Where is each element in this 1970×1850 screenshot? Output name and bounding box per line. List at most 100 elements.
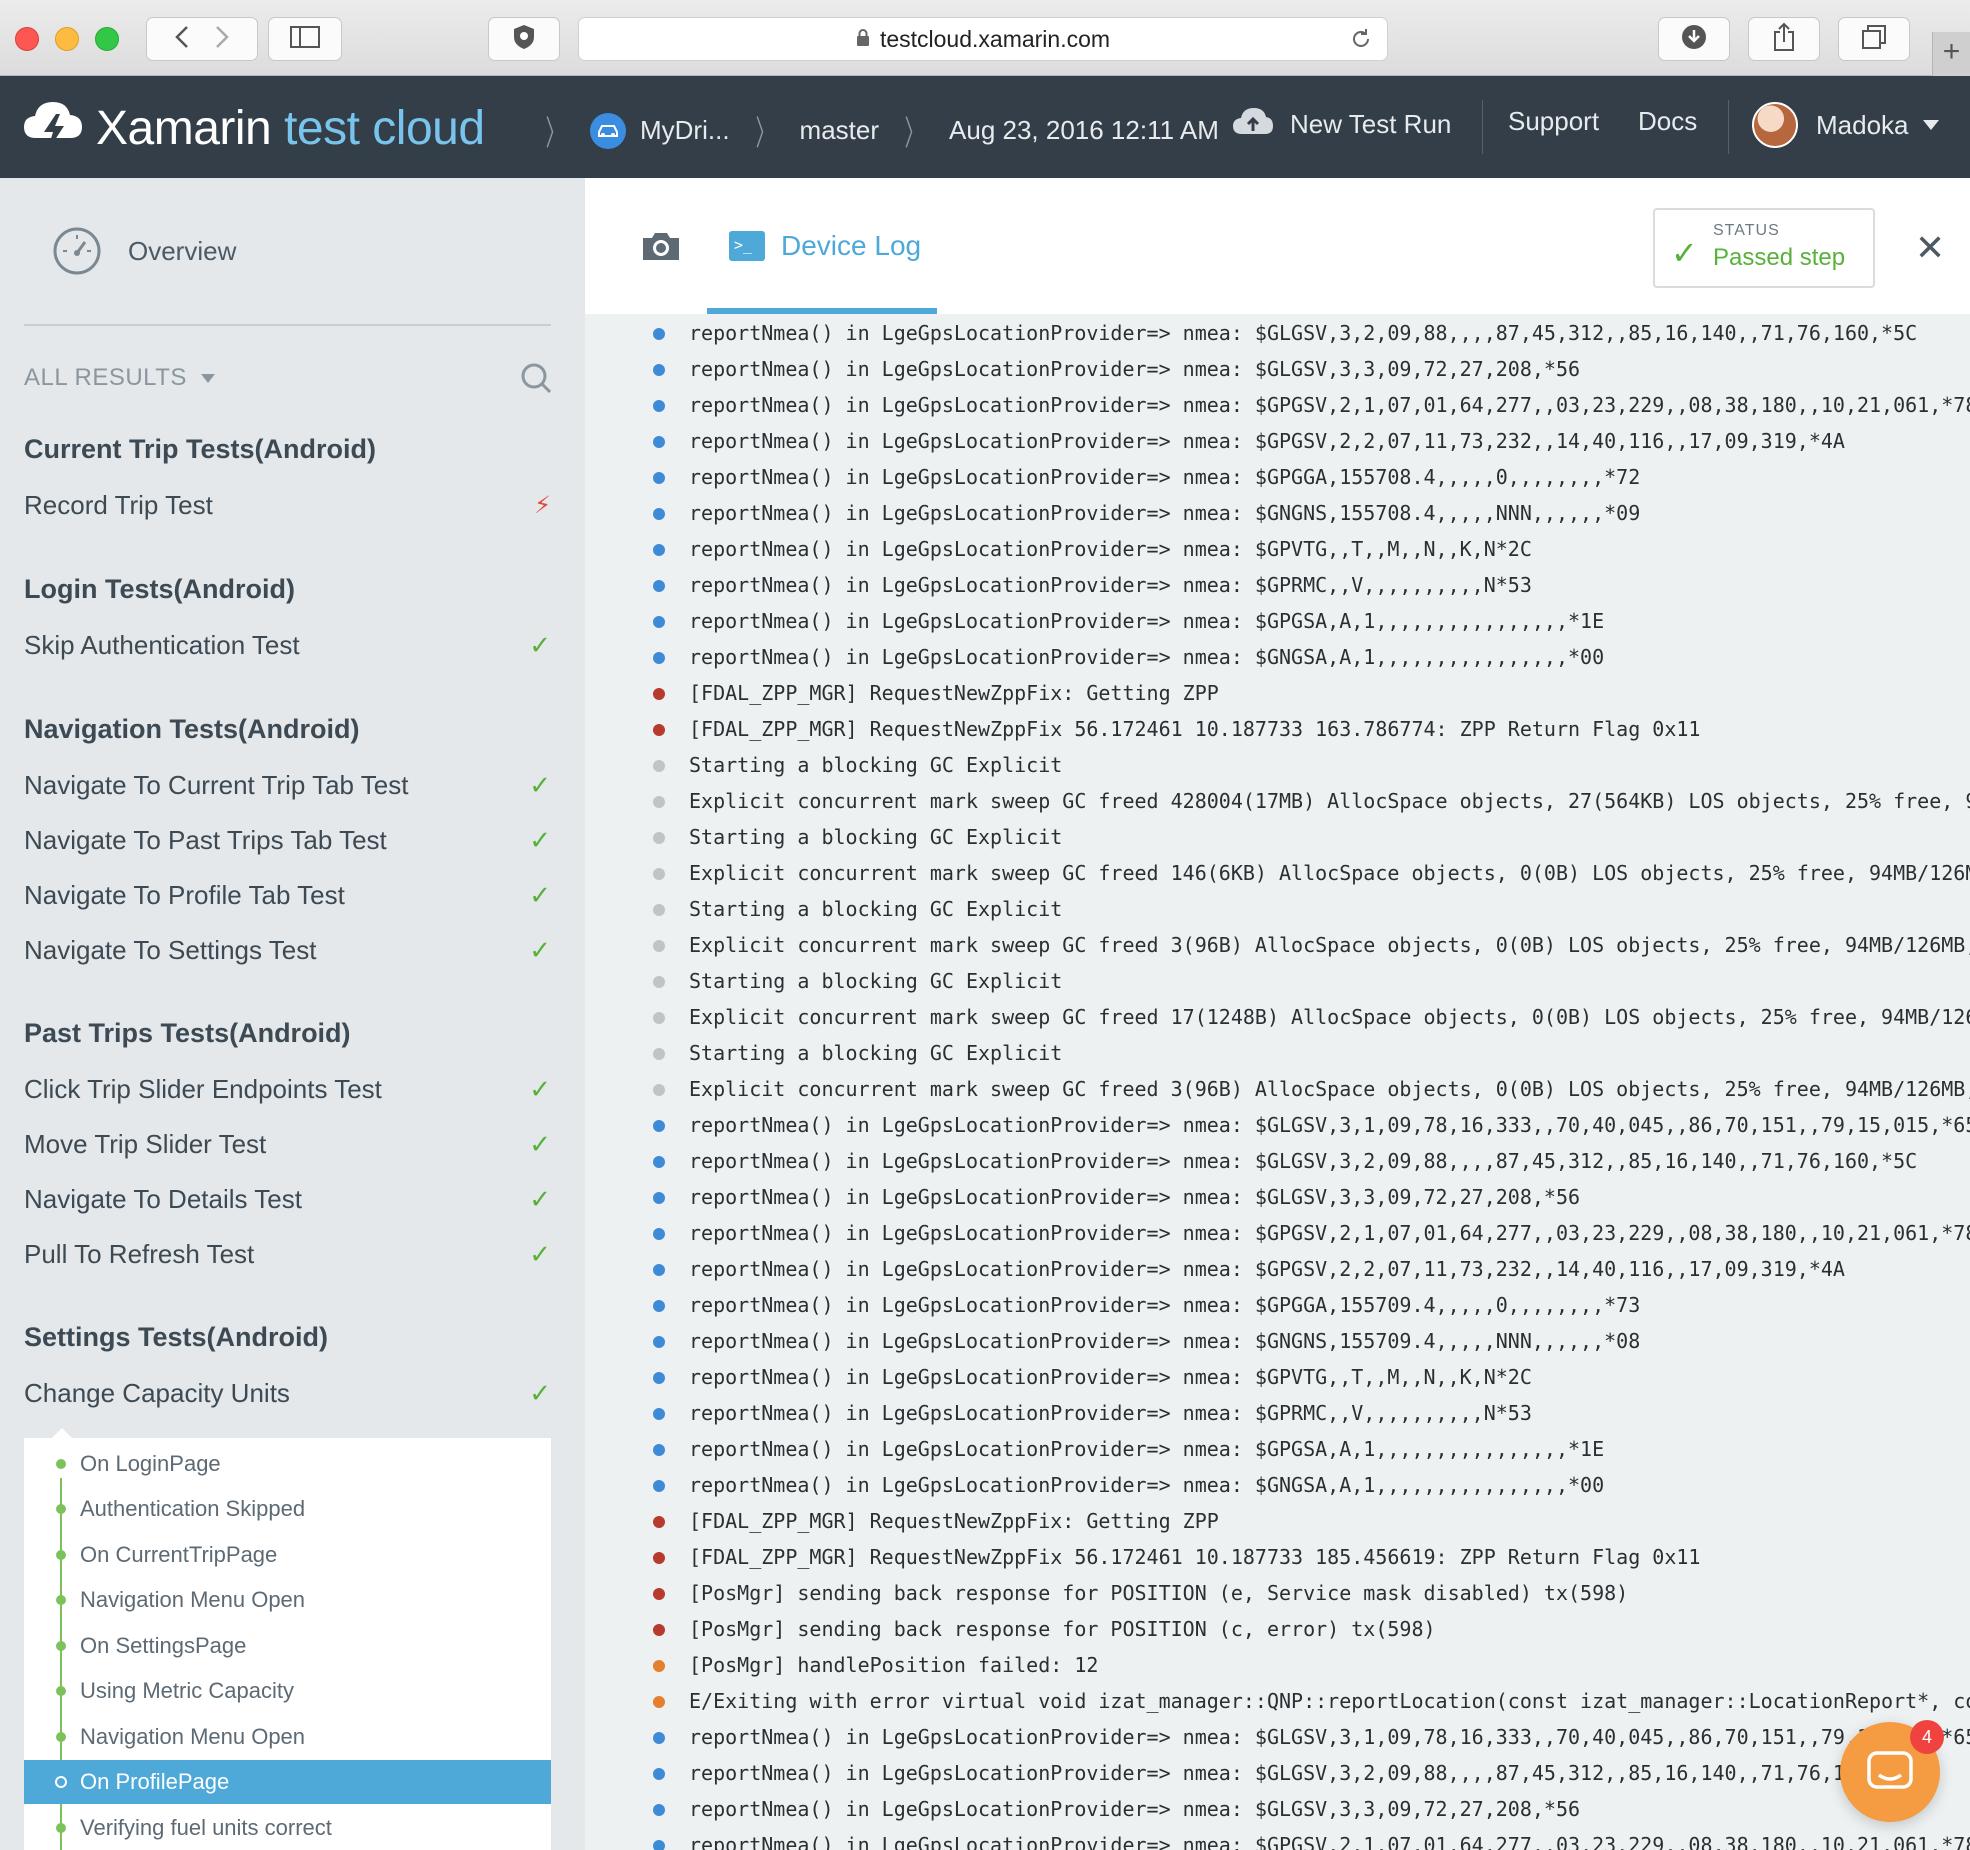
test-item[interactable]: Change Capacity Units ✓	[24, 1378, 551, 1409]
new-tab-button[interactable]: +	[1932, 32, 1970, 76]
step-item[interactable]: Verifying fuel units correct	[24, 1806, 551, 1850]
log-text: reportNmea() in LgeGpsLocationProvider=>…	[689, 357, 1581, 381]
step-label: Verifying fuel units correct	[80, 1815, 332, 1840]
check-icon: ✓	[529, 825, 551, 855]
forward-icon[interactable]	[215, 25, 229, 54]
new-test-run-label: New Test Run	[1290, 109, 1452, 139]
privacy-button[interactable]	[488, 17, 560, 61]
tab-screenshot[interactable]	[640, 230, 682, 267]
log-level-dot-icon	[653, 1444, 665, 1456]
log-text: reportNmea() in LgeGpsLocationProvider=>…	[689, 1725, 1970, 1749]
step-item[interactable]: Authentication Skipped	[24, 1487, 551, 1531]
divider	[1482, 100, 1483, 154]
log-text: reportNmea() in LgeGpsLocationProvider=>…	[689, 1113, 1970, 1137]
group-title: Current Trip Tests(Android)	[24, 434, 377, 464]
tab-device-log[interactable]: >_ Device Log	[729, 230, 921, 262]
log-text: reportNmea() in LgeGpsLocationProvider=>…	[689, 1797, 1581, 1821]
log-level-dot-icon	[653, 400, 665, 412]
log-text: Explicit concurrent mark sweep GC freed …	[689, 933, 1970, 957]
log-level-dot-icon	[653, 1300, 665, 1312]
test-item[interactable]: Navigate To Profile Tab Test ✓	[24, 880, 551, 911]
close-window-button[interactable]	[15, 27, 39, 51]
test-item[interactable]: Pull To Refresh Test ✓	[24, 1239, 551, 1270]
log-level-dot-icon	[653, 1480, 665, 1492]
user-menu[interactable]: Madoka	[1752, 102, 1939, 148]
test-item[interactable]: Navigate To Settings Test ✓	[24, 935, 551, 966]
log-text: reportNmea() in LgeGpsLocationProvider=>…	[689, 1473, 1605, 1497]
test-item[interactable]: Navigate To Details Test ✓	[24, 1184, 551, 1215]
step-item[interactable]: On LoginPage	[24, 1442, 551, 1486]
close-button[interactable]: ✕	[1915, 230, 1945, 266]
share-button[interactable]	[1748, 17, 1820, 61]
overview-link[interactable]: Overview	[52, 226, 236, 276]
sidebar-toggle-button[interactable]	[268, 17, 342, 61]
failed-bolt-icon: ⚡	[534, 492, 551, 519]
new-test-run-link[interactable]: New Test Run	[1232, 106, 1451, 143]
overview-label: Overview	[128, 235, 237, 266]
log-row: Starting a blocking GC Explicit	[585, 891, 1970, 927]
log-row: Explicit concurrent mark sweep GC freed …	[585, 999, 1970, 1035]
step-item[interactable]: On SettingsPage	[24, 1624, 551, 1668]
docs-link[interactable]: Docs	[1638, 106, 1697, 137]
breadcrumb-app[interactable]: MyDri...	[640, 115, 730, 146]
results-filter-dropdown[interactable]: ALL RESULTS	[24, 364, 215, 392]
log-level-dot-icon	[653, 652, 665, 664]
tabs-overview-button[interactable]	[1838, 17, 1910, 61]
step-dot-icon	[56, 1641, 66, 1651]
test-item[interactable]: Click Trip Slider Endpoints Test ✓	[24, 1074, 551, 1105]
step-item[interactable]: Navigation Menu Open	[24, 1715, 551, 1759]
cloud-bolt-icon	[22, 96, 84, 161]
log-level-dot-icon	[653, 1588, 665, 1600]
log-level-dot-icon	[653, 1660, 665, 1672]
log-text: reportNmea() in LgeGpsLocationProvider=>…	[689, 573, 1532, 597]
test-item[interactable]: Navigate To Past Trips Tab Test ✓	[24, 825, 551, 856]
reload-icon[interactable]	[1349, 27, 1373, 57]
status-value: Passed step	[1713, 244, 1846, 271]
check-icon: ✓	[529, 630, 551, 660]
address-bar[interactable]: testcloud.xamarin.com	[578, 17, 1388, 61]
log-text: reportNmea() in LgeGpsLocationProvider=>…	[689, 1761, 1918, 1785]
cloud-upload-icon	[1232, 106, 1274, 143]
test-item[interactable]: Record Trip Test ⚡	[24, 490, 551, 521]
step-item[interactable]: Using Metric Capacity	[24, 1669, 551, 1713]
log-row: reportNmea() in LgeGpsLocationProvider=>…	[585, 1791, 1970, 1827]
log-row: [FDAL_ZPP_MGR] RequestNewZppFix 56.17246…	[585, 1539, 1970, 1575]
log-level-dot-icon	[653, 796, 665, 808]
breadcrumb-branch[interactable]: master	[800, 115, 879, 146]
browser-toolbar: testcloud.xamarin.com +	[0, 0, 1970, 76]
support-link[interactable]: Support	[1508, 106, 1599, 137]
step-label: On LoginPage	[80, 1451, 221, 1476]
log-level-dot-icon	[653, 616, 665, 628]
test-item[interactable]: Skip Authentication Test ✓	[24, 630, 551, 661]
log-level-dot-icon	[653, 1264, 665, 1276]
step-item[interactable]: On CurrentTripPage	[24, 1533, 551, 1577]
step-dot-icon	[56, 1459, 66, 1469]
check-icon: ✓	[529, 770, 551, 800]
log-level-dot-icon	[653, 1516, 665, 1528]
log-text: Starting a blocking GC Explicit	[689, 1041, 1063, 1065]
minimize-window-button[interactable]	[55, 27, 79, 51]
search-button[interactable]	[520, 362, 552, 399]
device-log[interactable]: reportNmea() in LgeGpsLocationProvider=>…	[585, 314, 1970, 1850]
step-dot-icon	[56, 1686, 66, 1696]
log-level-dot-icon	[653, 1732, 665, 1744]
step-item[interactable]: Navigation Menu Open	[24, 1578, 551, 1622]
brand-logo[interactable]: Xamarin test cloud	[22, 96, 485, 161]
log-text: reportNmea() in LgeGpsLocationProvider=>…	[689, 1149, 1918, 1173]
log-level-dot-icon	[653, 1228, 665, 1240]
log-row: reportNmea() in LgeGpsLocationProvider=>…	[585, 1251, 1970, 1287]
downloads-button[interactable]	[1658, 17, 1730, 61]
log-level-dot-icon	[653, 1012, 665, 1024]
brand-name: Xamarin test cloud	[96, 101, 485, 156]
log-text: reportNmea() in LgeGpsLocationProvider=>…	[689, 1257, 1845, 1281]
test-item[interactable]: Move Trip Slider Test ✓	[24, 1129, 551, 1160]
log-level-dot-icon	[653, 1048, 665, 1060]
zoom-window-button[interactable]	[95, 27, 119, 51]
log-row: reportNmea() in LgeGpsLocationProvider=>…	[585, 567, 1970, 603]
log-row: Starting a blocking GC Explicit	[585, 963, 1970, 999]
back-icon[interactable]	[175, 25, 189, 54]
step-item-active[interactable]: On ProfilePage	[24, 1760, 551, 1804]
breadcrumb-run[interactable]: Aug 23, 2016 12:11 AM	[949, 115, 1219, 146]
log-level-dot-icon	[653, 1372, 665, 1384]
test-item[interactable]: Navigate To Current Trip Tab Test ✓	[24, 770, 551, 801]
